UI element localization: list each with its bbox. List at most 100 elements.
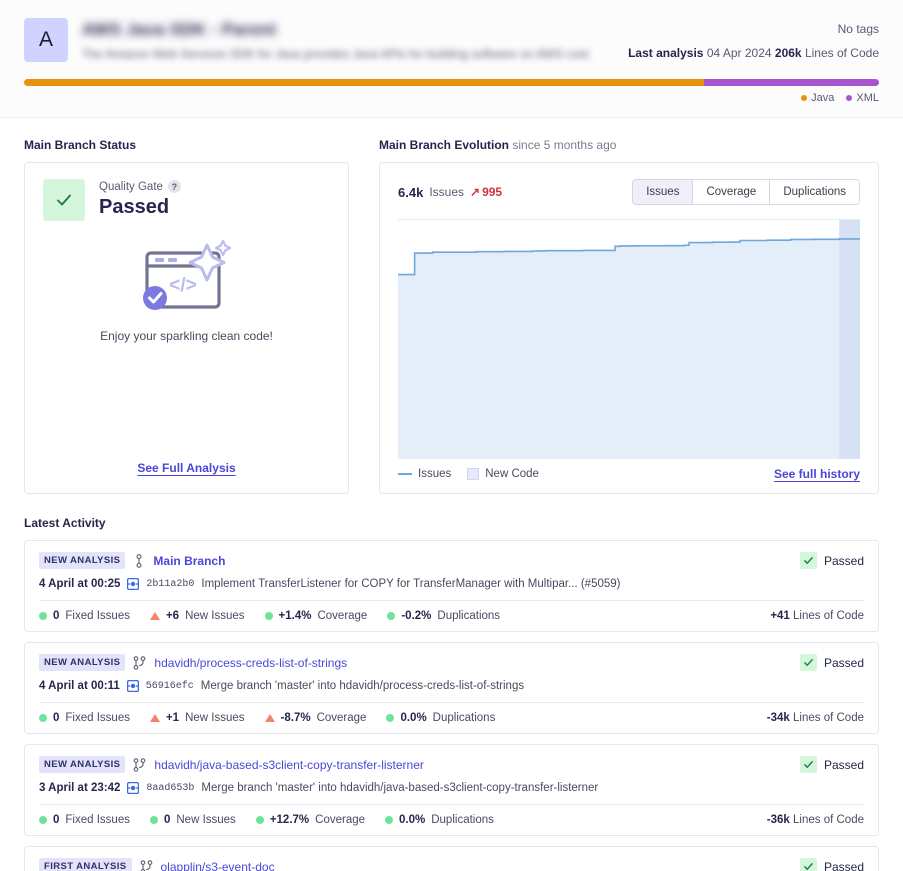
metric-label: Duplications bbox=[431, 814, 494, 826]
activity-metric: 0 Fixed Issues bbox=[39, 712, 130, 724]
tags-label[interactable]: No tags bbox=[628, 22, 879, 36]
clean-code-illustration-block: </> Enjoy your sparkling clean code! bbox=[43, 221, 330, 459]
last-analysis-date: 04 Apr 2024 bbox=[706, 46, 772, 60]
activity-date: 4 April at 00:11 bbox=[39, 680, 120, 692]
sparkling-code-illustration-icon: </> bbox=[142, 239, 231, 310]
main-branch-status-column: Main Branch Status Quality Gate ? Passed… bbox=[24, 138, 349, 494]
metric-label: Fixed Issues bbox=[65, 814, 130, 826]
commit-hash[interactable]: 8aad653b bbox=[146, 783, 194, 794]
see-full-analysis-link[interactable]: See Full Analysis bbox=[137, 461, 235, 475]
tab-coverage[interactable]: Coverage bbox=[692, 180, 770, 204]
chart-legend: Issues New Code bbox=[398, 468, 539, 480]
quality-gate-status: Passed bbox=[99, 196, 170, 218]
metric-label: Fixed Issues bbox=[65, 712, 130, 724]
activity-branch-link[interactable]: Main Branch bbox=[153, 554, 225, 568]
evolution-metric-value: 6.4k bbox=[398, 184, 424, 200]
check-icon bbox=[57, 194, 71, 206]
branch-icon bbox=[140, 859, 152, 871]
metric-label: New Issues bbox=[176, 814, 236, 826]
evolution-chart[interactable] bbox=[398, 219, 860, 459]
status-ok-icon bbox=[39, 612, 47, 620]
status-ok-icon bbox=[149, 816, 158, 824]
metric-label: Fixed Issues bbox=[65, 610, 130, 622]
language-legend-item: Java bbox=[801, 92, 834, 104]
status-ok-icon bbox=[387, 612, 396, 620]
activity-date: 4 April at 00:25 bbox=[39, 578, 121, 590]
metric-value: +12.7% bbox=[269, 814, 310, 826]
analysis-type-badge: FIRST ANALYSIS bbox=[39, 858, 132, 871]
branch-icon bbox=[134, 757, 146, 772]
clean-code-caption: Enjoy your sparkling clean code! bbox=[100, 329, 273, 343]
overview-content: Main Branch Status Quality Gate ? Passed… bbox=[0, 118, 903, 494]
new-code-band bbox=[839, 220, 860, 459]
loc-value: 206k bbox=[774, 46, 802, 60]
metric-label: Coverage bbox=[316, 712, 367, 724]
status-badge: Passed bbox=[799, 654, 864, 671]
quality-gate-status-badge bbox=[43, 179, 85, 221]
legend-dot-icon bbox=[846, 95, 853, 101]
activity-row: FIRST ANALYSIS olapplin/s3-event-doc Passe… bbox=[24, 846, 879, 871]
status-badge: Passed bbox=[799, 858, 864, 871]
status-label: Passed bbox=[823, 655, 864, 670]
quality-gate-label: Quality Gate bbox=[99, 180, 163, 193]
main-branch-status-heading: Main Branch Status bbox=[24, 138, 137, 152]
metric-label: New Issues bbox=[185, 712, 245, 724]
status-ok-icon bbox=[264, 612, 273, 620]
activity-branch-link[interactable]: hdavidh/java-based-s3client-copy-transfe… bbox=[154, 758, 423, 772]
activity-branch-link[interactable]: olapplin/s3-event-doc bbox=[161, 860, 275, 871]
trend-arrow-icon: ↗ bbox=[470, 185, 481, 199]
see-full-history-link[interactable]: See full history bbox=[774, 467, 860, 481]
quality-gate-card: Quality Gate ? Passed </> Enjoy your spa… bbox=[24, 162, 349, 494]
activity-row: NEW ANALYSIS Main Branch Passed 4 April at … bbox=[24, 540, 879, 632]
activity-metric: 0.0% Duplications bbox=[386, 712, 495, 724]
language-legend-item: XML bbox=[846, 92, 879, 104]
latest-activity-section: Latest Activity NEW ANALYSIS Main Branch P… bbox=[0, 494, 903, 871]
metric-label: Duplications bbox=[437, 610, 501, 622]
help-icon[interactable]: ? bbox=[167, 180, 181, 193]
project-overview-page: A AWS Java SDK - Parent The Amazon Web S… bbox=[0, 0, 903, 871]
check-icon bbox=[799, 654, 817, 671]
header-meta: No tags Last analysis 04 Apr 2024 206k L… bbox=[628, 18, 879, 60]
check-icon bbox=[799, 858, 817, 871]
metric-value: 0 bbox=[53, 712, 60, 724]
commit-message: Merge branch 'master' into hdavidh/java-… bbox=[201, 782, 599, 794]
metric-value: +1.4% bbox=[278, 610, 312, 622]
project-header: A AWS Java SDK - Parent The Amazon Web S… bbox=[0, 0, 903, 118]
status-label: Passed bbox=[823, 757, 864, 772]
legend-swatch-icon bbox=[467, 468, 480, 480]
loc-label: Lines of Code bbox=[804, 46, 879, 60]
main-branch-evolution-heading: Main Branch Evolution since 5 months ago bbox=[379, 138, 879, 152]
activity-metric: +6 New Issues bbox=[149, 610, 245, 622]
activity-metric: 0 Fixed Issues bbox=[39, 610, 130, 622]
check-icon bbox=[799, 552, 817, 569]
commit-hash[interactable]: 56916efc bbox=[146, 681, 194, 692]
evolution-subtitle: since 5 months ago bbox=[512, 138, 617, 152]
status-warning-icon bbox=[264, 714, 275, 722]
status-ok-icon bbox=[386, 714, 395, 722]
status-ok-icon bbox=[39, 714, 47, 722]
tab-issues[interactable]: Issues bbox=[633, 180, 693, 204]
evolution-tab-group: Issues Coverage Duplications bbox=[632, 179, 860, 205]
latest-activity-heading: Latest Activity bbox=[24, 516, 106, 530]
evolution-metric-name: Issues bbox=[429, 185, 464, 199]
status-warning-icon bbox=[149, 612, 160, 620]
status-ok-icon bbox=[39, 816, 47, 824]
tab-duplications[interactable]: Duplications bbox=[769, 180, 859, 204]
legend-swatch-icon bbox=[398, 473, 412, 475]
activity-row: NEW ANALYSIS hdavidh/java-based-s3client-… bbox=[24, 744, 879, 836]
metric-value: 0 bbox=[53, 814, 60, 826]
legend-dot-icon bbox=[801, 95, 808, 101]
legend-label: Issues bbox=[418, 468, 452, 480]
commit-icon bbox=[127, 782, 140, 794]
project-description: The Amazon Web Services SDK for Java pro… bbox=[82, 47, 592, 61]
commit-message: Implement TransferListener for COPY for … bbox=[201, 578, 621, 590]
commit-hash[interactable]: 2b11a2b0 bbox=[146, 579, 194, 590]
status-label: Passed bbox=[823, 859, 864, 871]
activity-metric: +12.7% Coverage bbox=[255, 814, 365, 826]
metric-value: 0 bbox=[163, 814, 171, 826]
language-distribution-bar bbox=[24, 79, 879, 86]
branch-icon bbox=[134, 655, 146, 670]
activity-branch-link[interactable]: hdavidh/process-creds-list-of-strings bbox=[154, 656, 347, 670]
commit-icon bbox=[126, 680, 139, 692]
metric-value: -8.7% bbox=[280, 712, 311, 724]
